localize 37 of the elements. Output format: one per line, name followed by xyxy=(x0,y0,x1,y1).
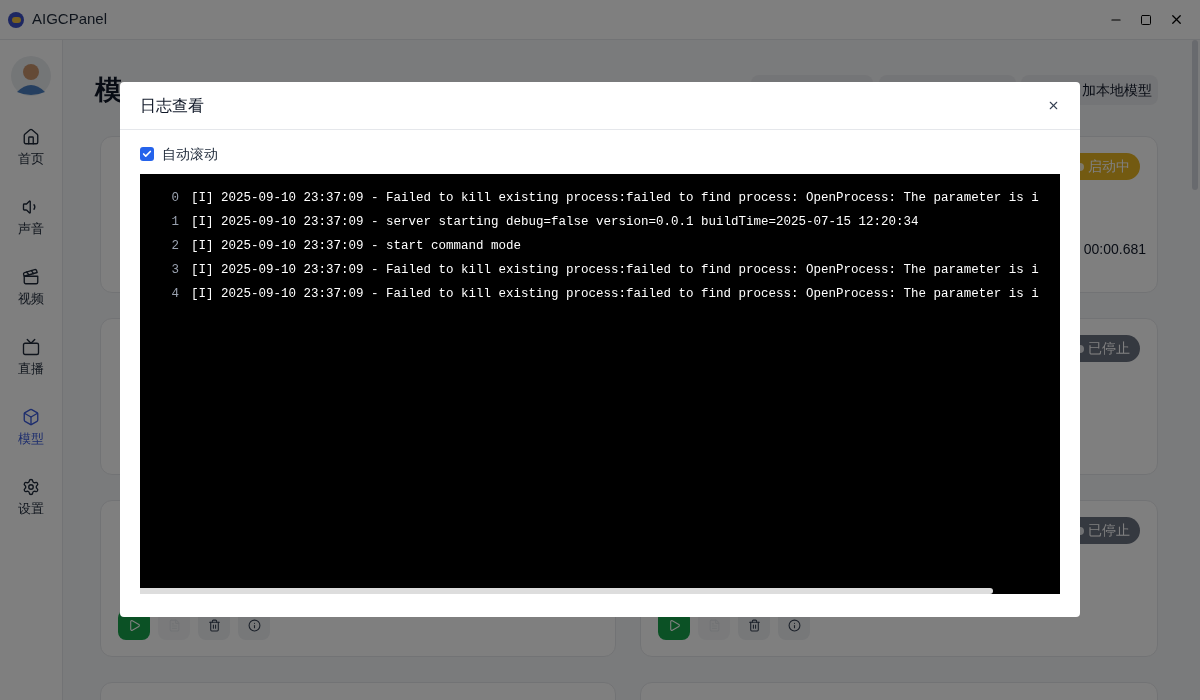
close-icon[interactable] xyxy=(1047,99,1060,112)
log-line: [I] 2025-09-10 23:37:09 - Failed to kill existing process:failed to find process: OpenProcess: The parameter is i xyxy=(191,285,1039,303)
play-icon xyxy=(127,618,141,632)
app-logo-icon xyxy=(8,11,24,28)
duration-text: 00:00.681 xyxy=(1083,240,1146,259)
auto-scroll-checkbox[interactable] xyxy=(140,147,154,161)
sidebar-item[interactable]: 首页 xyxy=(18,120,44,190)
info-icon xyxy=(787,618,801,632)
log-line: [I] 2025-09-10 23:37:09 - start command mode xyxy=(191,237,522,255)
line-number: 2 xyxy=(170,237,180,255)
close-icon[interactable] xyxy=(1169,12,1184,27)
line-number: 1 xyxy=(170,213,180,231)
tv-icon xyxy=(22,338,40,356)
window-title: AIGCPanel xyxy=(32,9,108,30)
play-icon xyxy=(667,618,681,632)
line-number: 0 xyxy=(170,189,180,207)
sidebar-item[interactable]: 声音 xyxy=(18,190,44,260)
line-number: 4 xyxy=(170,285,180,303)
settings-icon xyxy=(22,478,40,496)
sidebar-item[interactable]: 模型 xyxy=(18,400,44,470)
cube-icon xyxy=(22,408,40,426)
checkbox-label: 自动滚动 xyxy=(162,144,218,164)
dialog-title: 日志查看 xyxy=(140,95,204,116)
log-line: [I] 2025-09-10 23:37:09 - Failed to kill existing process:failed to find process: OpenProcess: The parameter is i xyxy=(191,189,1039,207)
sidebar-item[interactable]: 设置 xyxy=(18,470,44,540)
avatar xyxy=(11,56,51,96)
sidebar-item[interactable]: 视频 xyxy=(18,260,44,330)
video-icon xyxy=(22,268,40,286)
trash-icon xyxy=(207,618,221,632)
log-line: [I] 2025-09-10 23:37:09 - Failed to kill existing process:failed to find process: OpenProcess: The parameter is i xyxy=(191,261,1039,279)
sidebar-item[interactable]: 直播 xyxy=(18,330,44,400)
info-icon xyxy=(247,618,261,632)
maximize-icon[interactable] xyxy=(1140,13,1152,26)
log-line: [I] 2025-09-10 23:37:09 - server starting debug=false version=0.0.1 buildTime=2025-07-15 12:20:34 xyxy=(191,213,919,231)
home-icon xyxy=(22,128,40,146)
trash-icon xyxy=(747,618,761,632)
line-number: 3 xyxy=(170,261,180,279)
